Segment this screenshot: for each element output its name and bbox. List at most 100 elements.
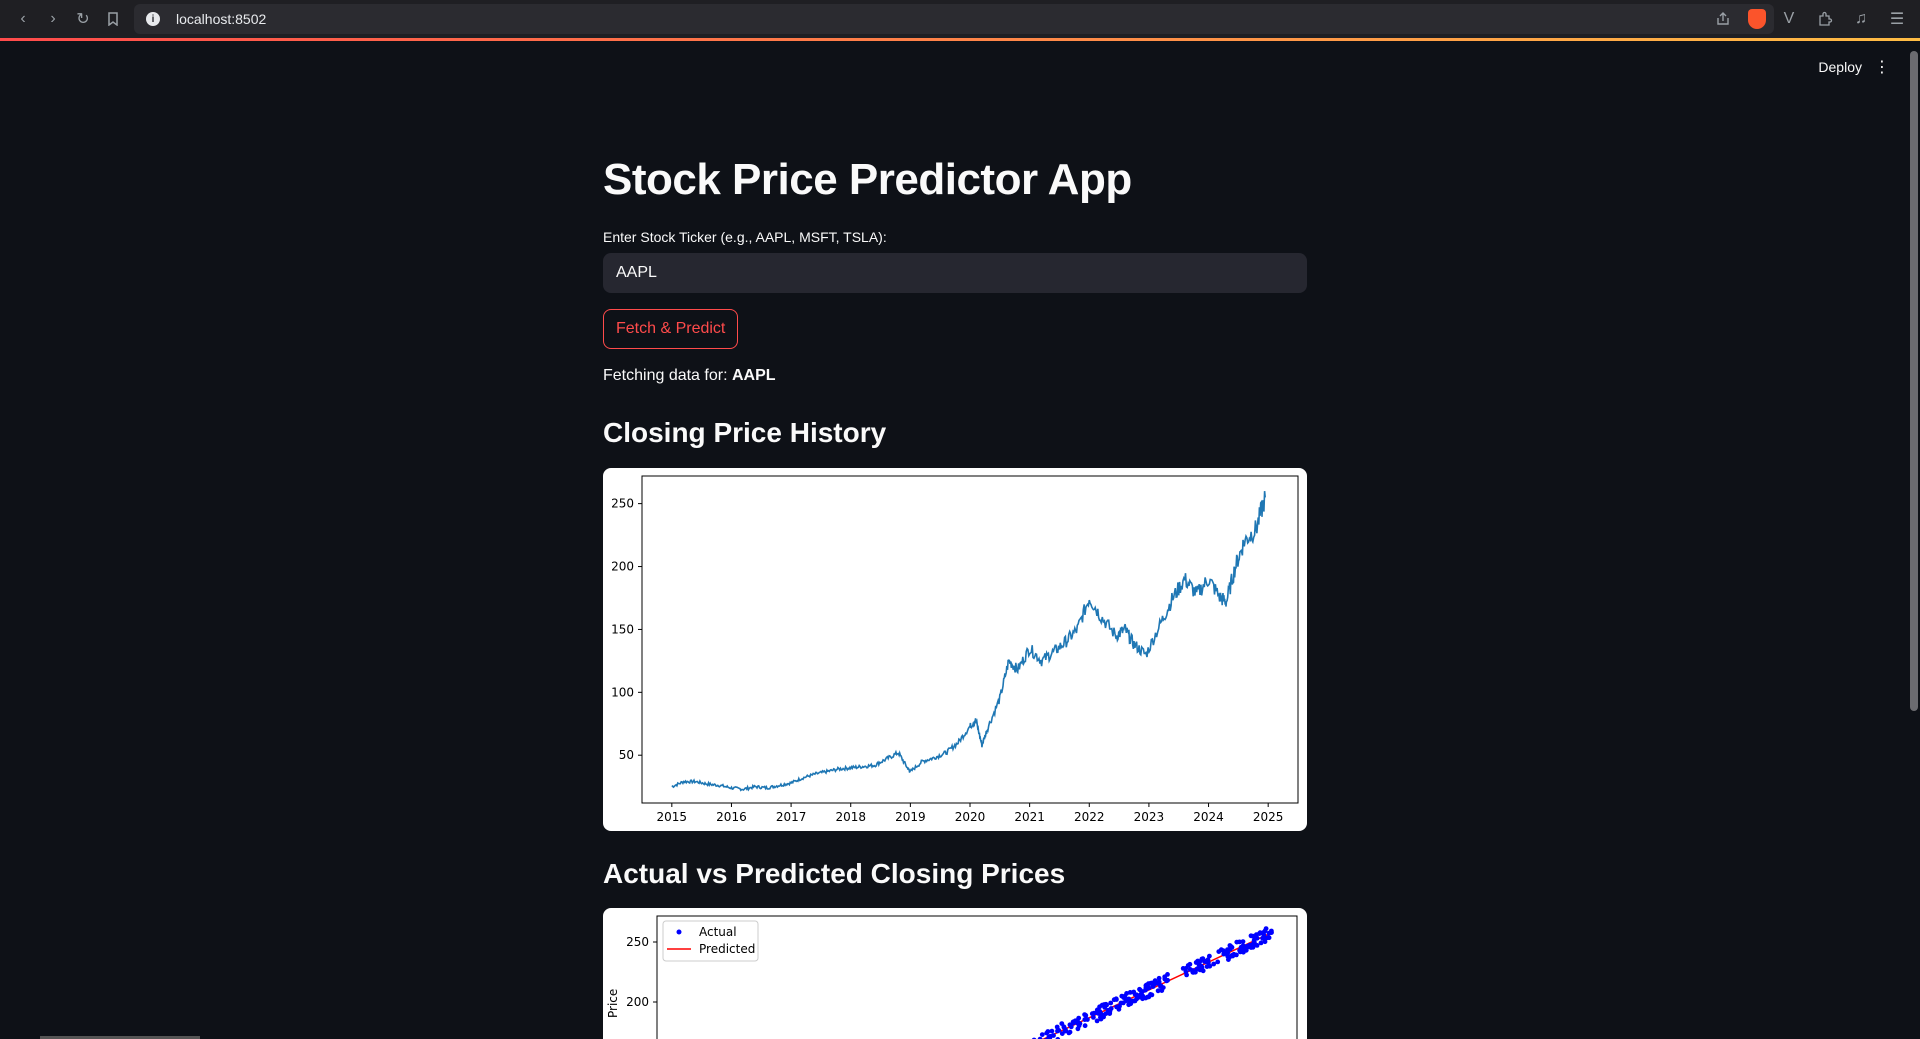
y-tick-label: 250 (626, 935, 649, 949)
x-tick-label: 2024 (1193, 810, 1224, 824)
back-icon[interactable]: ‹ (8, 4, 38, 34)
actual-point (1249, 933, 1254, 938)
y-tick-label: 200 (611, 560, 634, 574)
actual-point (1206, 957, 1211, 962)
legend-predicted: Predicted (699, 942, 755, 956)
address-bar-actions (1708, 4, 1766, 34)
x-tick-label: 2025 (1253, 810, 1284, 824)
actual-point (1138, 988, 1143, 993)
actual-point (1230, 953, 1235, 958)
menu-icon[interactable]: ☰ (1882, 4, 1912, 34)
closing-price-line (672, 491, 1265, 790)
actual-point (1096, 1011, 1101, 1016)
ticker-input[interactable]: AAPL (603, 253, 1307, 293)
actual-point (1200, 957, 1205, 962)
actual-point (1269, 929, 1274, 934)
closing-price-chart: 50100150200250 2015 2016 2017 2018 2019 2020 2… (603, 468, 1307, 831)
actual-point (1234, 953, 1239, 958)
actual-point (1117, 1004, 1122, 1009)
actual-point (1144, 983, 1149, 988)
browser-toolbar: ‹ › ↻ i localhost:8502 V ♫ ☰ (0, 0, 1920, 38)
actual-point (1219, 947, 1224, 952)
actual-point (1040, 1032, 1045, 1037)
x-tick-label: 2015 (657, 810, 688, 824)
ticker-label: Enter Stock Ticker (e.g., AAPL, MSFT, TS… (603, 229, 887, 245)
x-axis: 2015 2016 2017 2018 2019 2020 2021 2022 2023 2024… (657, 803, 1284, 824)
legend-actual-marker (677, 930, 682, 935)
reload-icon[interactable]: ↻ (68, 4, 98, 34)
deploy-button[interactable]: Deploy (1818, 59, 1862, 75)
closing-price-chart-card: 50 100 150 200 250 2015 2016 2017 2018 2019 2020 2… (603, 468, 1307, 831)
x-tick-label: 2019 (895, 810, 926, 824)
actual-points (1032, 926, 1274, 1039)
actual-point (1253, 936, 1258, 941)
actual-point (1121, 1001, 1126, 1006)
actual-vs-predicted-heading: Actual vs Predicted Closing Prices (603, 858, 1065, 890)
legend-actual: Actual (699, 925, 737, 939)
actual-point (1255, 943, 1260, 948)
x-tick-label: 2023 (1134, 810, 1165, 824)
site-info-icon[interactable]: i (146, 12, 160, 26)
plot-frame (642, 476, 1298, 803)
actual-point (1240, 948, 1245, 953)
vertical-scrollbar[interactable] (1910, 51, 1918, 711)
actual-vs-predicted-chart: 200 250 Price Actual Predicted (603, 908, 1307, 1039)
y-tick-label: 50 (619, 748, 634, 762)
actual-point (1130, 999, 1135, 1004)
actual-point (1071, 1020, 1076, 1025)
main-menu-icon[interactable]: ⋮ (1874, 57, 1890, 77)
actual-point (1248, 944, 1253, 949)
actual-point (1083, 1023, 1088, 1028)
actual-point (1226, 957, 1231, 962)
vpn-icon[interactable]: V (1774, 4, 1804, 34)
actual-point (1188, 962, 1193, 967)
actual-point (1184, 973, 1189, 978)
streamlit-app: Deploy ⋮ Stock Price Predictor App Enter… (0, 41, 1920, 1039)
forward-icon[interactable]: › (38, 4, 68, 34)
y-axis-2: 200 250 (626, 935, 657, 1009)
actual-point (1062, 1024, 1067, 1029)
brave-shields-icon[interactable] (1748, 9, 1766, 29)
actual-point (1199, 964, 1204, 969)
legend: Actual Predicted (663, 921, 758, 961)
actual-point (1097, 1004, 1102, 1009)
status-prefix: Fetching data for: (603, 367, 732, 384)
status-message: Fetching data for: AAPL (603, 367, 776, 385)
actual-point (1095, 1019, 1100, 1024)
actual-point (1159, 988, 1164, 993)
actual-point (1152, 981, 1157, 986)
closing-price-history-heading: Closing Price History (603, 417, 886, 449)
actual-point (1104, 1003, 1109, 1008)
x-tick-label: 2020 (955, 810, 986, 824)
actual-point (1067, 1031, 1072, 1036)
bookmark-icon[interactable] (98, 4, 128, 34)
actual-point (1085, 1017, 1090, 1022)
actual-point (1164, 979, 1169, 984)
ticker-input-value[interactable]: AAPL (616, 264, 657, 282)
actual-point (1143, 988, 1148, 993)
actual-point (1267, 935, 1272, 940)
extensions-icon[interactable] (1810, 4, 1840, 34)
fetch-predict-button[interactable]: Fetch & Predict (603, 309, 738, 349)
url-text[interactable]: localhost:8502 (176, 11, 266, 27)
x-tick-label: 2018 (835, 810, 866, 824)
actual-point (1050, 1029, 1055, 1034)
y-tick-label: 250 (611, 497, 634, 511)
actual-point (1134, 997, 1139, 1002)
actual-point (1108, 1001, 1113, 1006)
y-axis-label: Price (606, 989, 620, 1018)
actual-vs-predicted-chart-card: 200 250 Price Actual Predicted (603, 908, 1307, 1039)
actual-point (1228, 943, 1233, 948)
browser-menu-area: V ♫ ☰ (1774, 4, 1912, 34)
media-icon[interactable]: ♫ (1846, 4, 1876, 34)
actual-point (1148, 992, 1153, 997)
address-bar[interactable]: i localhost:8502 (134, 4, 1774, 34)
actual-point (1234, 940, 1239, 945)
x-tick-label: 2022 (1074, 810, 1105, 824)
browser-nav: ‹ › ↻ (8, 4, 128, 34)
y-tick-label: 100 (611, 685, 634, 699)
x-tick-label: 2021 (1014, 810, 1045, 824)
y-tick-label: 200 (626, 995, 649, 1009)
share-icon[interactable] (1708, 4, 1738, 34)
actual-point (1181, 966, 1186, 971)
